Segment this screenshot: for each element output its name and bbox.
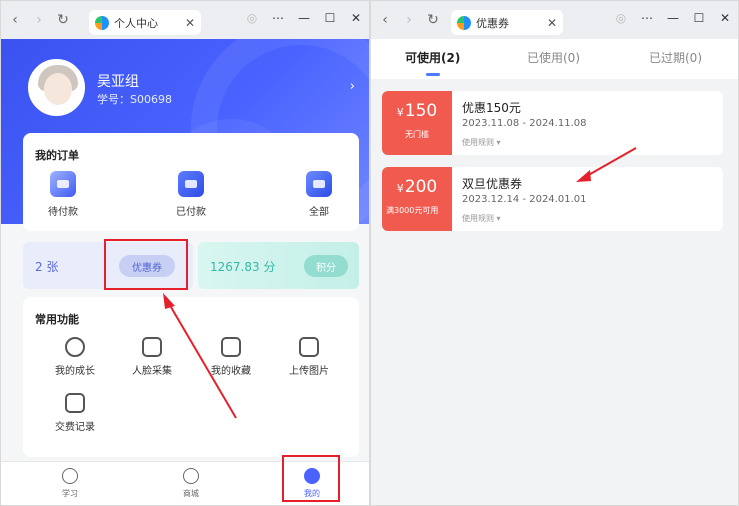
title-bar: ‹ › ↻ 个人中心 ✕ ◎ ⋯ — ☐ ✕ [1,1,369,39]
highlight-box-coupon [104,239,188,290]
coupon-amount-block: ¥150 无门槛 [382,91,452,155]
func-favorites-label: 我的收藏 [211,366,251,377]
browser-logo-icon [457,15,471,30]
tab-available[interactable]: 可使用(2) [405,49,460,66]
coupon-segment-tabs: 可使用(2) 已使用(0) 已过期(0) [371,39,738,79]
user-name: 吴亚组 [97,74,139,90]
func-payment-records[interactable]: 交费记录 [45,393,105,433]
points-value: 1267.83 分 [210,260,276,274]
functions-title: 常用功能 [35,313,79,326]
func-growth-label: 我的成长 [55,366,95,377]
personal-center-page: 吴亚组 学号：S00698 › 我的订单 待付款 已付款 全部 2 张 优惠券 [1,39,369,505]
plus-icon [62,468,78,484]
active-tab-indicator [426,73,440,76]
title-bar: ‹ › ↻ 优惠券 ✕ ◎ ⋯ — ☐ ✕ [371,1,738,39]
tab-used[interactable]: 已使用(0) [527,49,580,66]
func-upload-image-label: 上传图片 [289,366,329,377]
back-icon[interactable]: ‹ [5,10,25,30]
highlight-box-mine [282,455,340,502]
browser-window-right: ‹ › ↻ 优惠券 ✕ ◎ ⋯ — ☐ ✕ 可使用(2) 已使用(0) 已过期(… [370,0,739,506]
avatar[interactable] [28,59,85,116]
close-window-icon[interactable]: ✕ [718,11,732,25]
wallet-icon [65,393,85,413]
func-growth[interactable]: 我的成长 [45,337,105,377]
tabbar-mall-label: 商城 [183,489,199,498]
close-window-icon[interactable]: ✕ [349,11,363,25]
coupon-count: 2 张 [35,260,59,274]
coupon-amount: ¥150 [396,101,438,121]
wallet-icon [50,171,76,197]
tabbar-study-label: 学习 [62,489,78,498]
browser-tab[interactable]: 优惠券 ✕ [451,10,563,35]
order-all[interactable]: 全部 [289,171,349,218]
maximize-icon[interactable]: ☐ [692,11,706,25]
func-payment-records-label: 交费记录 [55,422,95,433]
points-stat[interactable]: 1267.83 分 积分 [198,242,359,289]
forward-icon[interactable]: › [399,10,419,30]
order-pending-label: 待付款 [48,207,78,218]
tab-expired[interactable]: 已过期(0) [649,49,702,66]
func-upload-image[interactable]: 上传图片 [279,337,339,377]
forward-icon[interactable]: › [29,10,49,30]
close-tab-icon[interactable]: ✕ [185,16,195,30]
tab-title: 优惠券 [476,16,509,30]
common-functions-card: 常用功能 我的成长 人脸采集 我的收藏 上传图片 交费记录 [23,297,359,457]
star-icon [221,337,241,357]
back-icon[interactable]: ‹ [375,10,395,30]
chat-icon [183,468,199,484]
tab-title: 个人中心 [114,16,158,30]
coupon-condition: 满3000元可用 [386,206,439,215]
tabbar-study[interactable]: 学习 [40,468,100,499]
sprout-icon [65,337,85,357]
coupon-condition: 无门槛 [405,130,429,139]
tabbar-mall[interactable]: 商城 [161,468,221,499]
func-favorites[interactable]: 我的收藏 [201,337,261,377]
coupon-amount: ¥200 [396,177,438,197]
func-face-capture[interactable]: 人脸采集 [122,337,182,377]
window-controls: ◎ ⋯ — ☐ ✕ [245,11,363,25]
refresh-icon[interactable]: ↻ [423,10,443,30]
coupon-date: 2023.11.08 - 2024.11.08 [462,118,587,129]
image-icon [299,337,319,357]
coupon-rules-toggle[interactable]: 使用规则 ▾ [462,137,501,148]
coupon-title: 双旦优惠券 [462,177,523,191]
chevron-right-icon[interactable]: › [350,79,355,94]
browser-logo-icon [95,15,109,30]
close-tab-icon[interactable]: ✕ [547,16,557,30]
coupon-card[interactable]: ¥150 无门槛 优惠150元 2023.11.08 - 2024.11.08 … [382,91,723,155]
coupon-amount-block: ¥200 满3000元可用 [382,167,452,231]
browser-tab[interactable]: 个人中心 ✕ [89,10,201,35]
order-paid[interactable]: 已付款 [161,171,221,218]
coupon-page: 可使用(2) 已使用(0) 已过期(0) ¥150 无门槛 优惠150元 202… [371,39,738,505]
minimize-icon[interactable]: — [666,11,680,25]
orders-card: 我的订单 待付款 已付款 全部 [23,133,359,231]
coupon-rules-toggle[interactable]: 使用规则 ▾ [462,213,501,224]
coupon-title: 优惠150元 [462,101,521,115]
document-icon [306,171,332,197]
maximize-icon[interactable]: ☐ [323,11,337,25]
minimize-icon[interactable]: — [297,11,311,25]
points-button[interactable]: 积分 [304,255,348,277]
paid-icon [178,171,204,197]
more-icon[interactable]: ⋯ [271,11,285,25]
refresh-icon[interactable]: ↻ [53,10,73,30]
face-scan-icon [142,337,162,357]
coupon-card[interactable]: ¥200 满3000元可用 双旦优惠券 2023.12.14 - 2024.01… [382,167,723,231]
globe-icon[interactable]: ◎ [245,11,259,25]
browser-window-left: ‹ › ↻ 个人中心 ✕ ◎ ⋯ — ☐ ✕ 吴亚组 学号：S00698 › 我… [0,0,370,506]
orders-title: 我的订单 [35,149,79,162]
globe-icon[interactable]: ◎ [614,11,628,25]
window-controls: ◎ ⋯ — ☐ ✕ [614,11,732,25]
more-icon[interactable]: ⋯ [640,11,654,25]
student-id: 学号：S00698 [97,93,172,106]
order-pending[interactable]: 待付款 [33,171,93,218]
order-paid-label: 已付款 [176,207,206,218]
order-all-label: 全部 [309,207,329,218]
func-face-capture-label: 人脸采集 [132,366,172,377]
coupon-date: 2023.12.14 - 2024.01.01 [462,194,587,205]
